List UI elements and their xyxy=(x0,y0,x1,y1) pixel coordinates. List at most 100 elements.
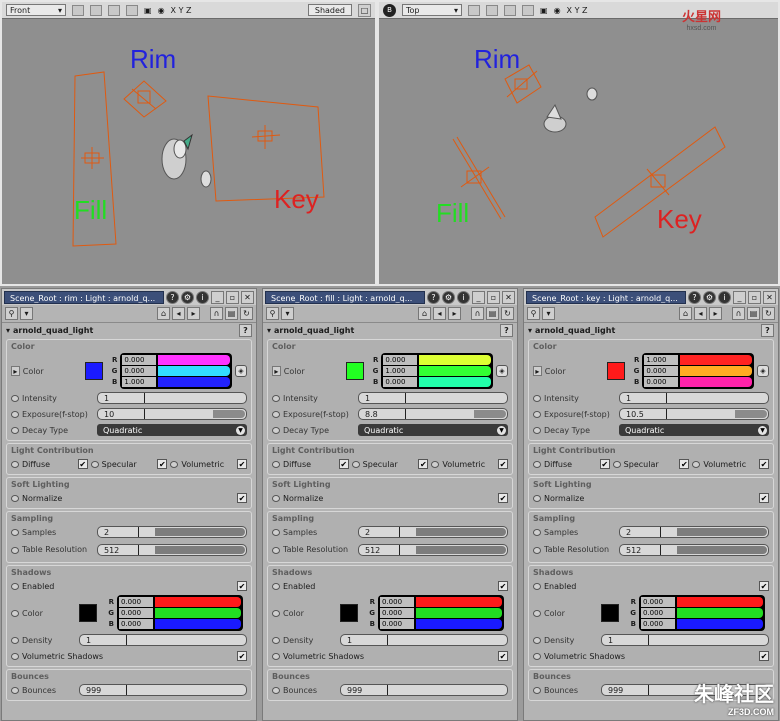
green-value[interactable]: 1.000 xyxy=(383,366,418,376)
samples-slider[interactable]: 2 xyxy=(619,526,769,538)
table-resolution-slider[interactable]: 512 xyxy=(358,544,508,556)
red-value[interactable]: 0.000 xyxy=(383,355,418,365)
green-slider[interactable] xyxy=(419,366,491,376)
normalize-checkbox[interactable]: ✔ xyxy=(237,493,247,503)
forward-arrow-icon[interactable]: ▸ xyxy=(187,307,200,320)
blue-slider[interactable] xyxy=(155,619,241,629)
red-slider[interactable] xyxy=(155,597,241,607)
toolbar-slot-icon[interactable] xyxy=(72,4,84,16)
green-value[interactable]: 0.000 xyxy=(641,608,675,618)
decay-type-select[interactable]: Quadratic ▼ xyxy=(619,424,769,436)
animate-icon[interactable] xyxy=(533,410,541,418)
red-slider[interactable] xyxy=(416,597,502,607)
toolbar-slot-icon[interactable] xyxy=(504,4,516,16)
animate-icon[interactable] xyxy=(11,609,19,617)
animate-icon[interactable]: ▸ xyxy=(272,366,281,376)
animate-icon[interactable] xyxy=(11,636,19,644)
camera-icon[interactable]: ▣ xyxy=(144,6,152,15)
home-icon[interactable]: ⌂ xyxy=(157,307,170,320)
normalize-checkbox[interactable]: ✔ xyxy=(498,493,508,503)
collapse-arrow-icon[interactable]: ▾ xyxy=(6,326,10,335)
magnet-icon[interactable]: ∩ xyxy=(732,307,745,320)
green-slider[interactable] xyxy=(155,608,241,618)
animate-icon[interactable] xyxy=(272,394,280,402)
normalize-checkbox[interactable]: ✔ xyxy=(759,493,769,503)
animate-icon[interactable] xyxy=(272,528,280,536)
shadows-enabled-checkbox[interactable]: ✔ xyxy=(759,581,769,591)
color-swatch[interactable] xyxy=(84,362,103,380)
toolbar-slot-icon[interactable] xyxy=(90,4,102,16)
red-slider[interactable] xyxy=(419,355,491,365)
back-arrow-icon[interactable]: ◂ xyxy=(172,307,185,320)
animate-icon[interactable] xyxy=(11,652,19,660)
minimize-icon[interactable]: _ xyxy=(733,290,746,304)
shading-dropdown[interactable]: Shaded xyxy=(307,4,352,16)
restore-icon[interactable]: ▫ xyxy=(487,290,500,304)
home-icon[interactable]: ⌂ xyxy=(418,307,431,320)
red-slider[interactable] xyxy=(680,355,752,365)
lock-icon[interactable]: ▤ xyxy=(747,307,760,320)
animate-icon[interactable] xyxy=(533,494,541,502)
diffuse-checkbox[interactable]: ✔ xyxy=(599,459,610,469)
info-icon[interactable]: i xyxy=(196,290,209,304)
animate-icon[interactable] xyxy=(272,582,280,590)
animate-icon[interactable] xyxy=(11,426,19,434)
animate-icon[interactable] xyxy=(533,652,541,660)
collapse-arrow-icon[interactable]: ▾ xyxy=(267,326,271,335)
blue-value[interactable]: 0.000 xyxy=(383,377,418,387)
bounces-slider[interactable]: 999 xyxy=(340,684,508,696)
animate-icon[interactable] xyxy=(533,686,541,694)
volumetric-shadows-checkbox[interactable]: ✔ xyxy=(498,651,508,661)
lock-icon[interactable]: ▤ xyxy=(225,307,238,320)
refresh-icon[interactable]: ↻ xyxy=(762,307,775,320)
animate-icon[interactable] xyxy=(11,528,19,536)
forward-arrow-icon[interactable]: ▸ xyxy=(448,307,461,320)
density-slider[interactable]: 1 xyxy=(340,634,508,646)
dropdown-arrow-icon[interactable]: ▾ xyxy=(281,307,294,320)
intensity-slider[interactable]: 1 xyxy=(97,392,247,404)
lock-icon[interactable]: ▤ xyxy=(486,307,499,320)
forward-arrow-icon[interactable]: ▸ xyxy=(709,307,722,320)
color-swatch[interactable] xyxy=(606,362,625,380)
green-value[interactable]: 0.000 xyxy=(119,608,153,618)
toolbar-slot-icon[interactable] xyxy=(486,4,498,16)
animate-icon[interactable] xyxy=(11,394,19,402)
color-picker-icon[interactable]: ◈ xyxy=(757,365,769,377)
blue-value[interactable]: 1.000 xyxy=(122,377,157,387)
settings-icon[interactable]: ⚙ xyxy=(442,290,455,304)
intensity-slider[interactable]: 1 xyxy=(358,392,508,404)
volumetric-shadows-checkbox[interactable]: ✔ xyxy=(237,651,247,661)
help-icon[interactable]: ? xyxy=(427,290,440,304)
shadow-color-swatch[interactable] xyxy=(340,604,358,622)
animate-icon[interactable] xyxy=(272,609,280,617)
intensity-slider[interactable]: 1 xyxy=(619,392,769,404)
node-header[interactable]: ▾ arnold_quad_light? xyxy=(524,323,778,337)
settings-icon[interactable]: ⚙ xyxy=(703,290,716,304)
animate-icon[interactable] xyxy=(11,410,19,418)
axes-label[interactable]: X Y Z xyxy=(567,6,588,15)
animate-icon[interactable] xyxy=(170,460,179,468)
search-icon[interactable]: ⚲ xyxy=(5,307,18,320)
node-header[interactable]: ▾ arnold_quad_light? xyxy=(2,323,256,337)
decay-type-select[interactable]: Quadratic ▼ xyxy=(358,424,508,436)
axes-label[interactable]: X Y Z xyxy=(171,6,192,15)
close-icon[interactable]: ✕ xyxy=(502,290,515,304)
refresh-icon[interactable]: ↻ xyxy=(501,307,514,320)
shadow-rgb-sliders[interactable]: 0.000 0.000 0.000 xyxy=(639,595,765,631)
samples-slider[interactable]: 2 xyxy=(358,526,508,538)
viewport-front[interactable]: Front ▾ ▣ ◉ X Y Z Shaded □ Rim Fill Key xyxy=(0,0,377,286)
red-value[interactable]: 0.000 xyxy=(641,597,675,607)
magnet-icon[interactable]: ∩ xyxy=(210,307,223,320)
animate-icon[interactable] xyxy=(533,528,541,536)
collapse-arrow-icon[interactable]: ▾ xyxy=(528,326,532,335)
eye-icon[interactable]: ◉ xyxy=(554,6,561,15)
shadows-enabled-checkbox[interactable]: ✔ xyxy=(237,581,247,591)
animate-icon[interactable] xyxy=(11,582,19,590)
green-value[interactable]: 0.000 xyxy=(380,608,414,618)
table-resolution-slider[interactable]: 512 xyxy=(97,544,247,556)
volumetric-checkbox[interactable]: ✔ xyxy=(237,459,248,469)
shadow-rgb-sliders[interactable]: 0.000 0.000 0.000 xyxy=(378,595,504,631)
blue-value[interactable]: 0.000 xyxy=(380,619,414,629)
red-slider[interactable] xyxy=(158,355,230,365)
samples-slider[interactable]: 2 xyxy=(97,526,247,538)
